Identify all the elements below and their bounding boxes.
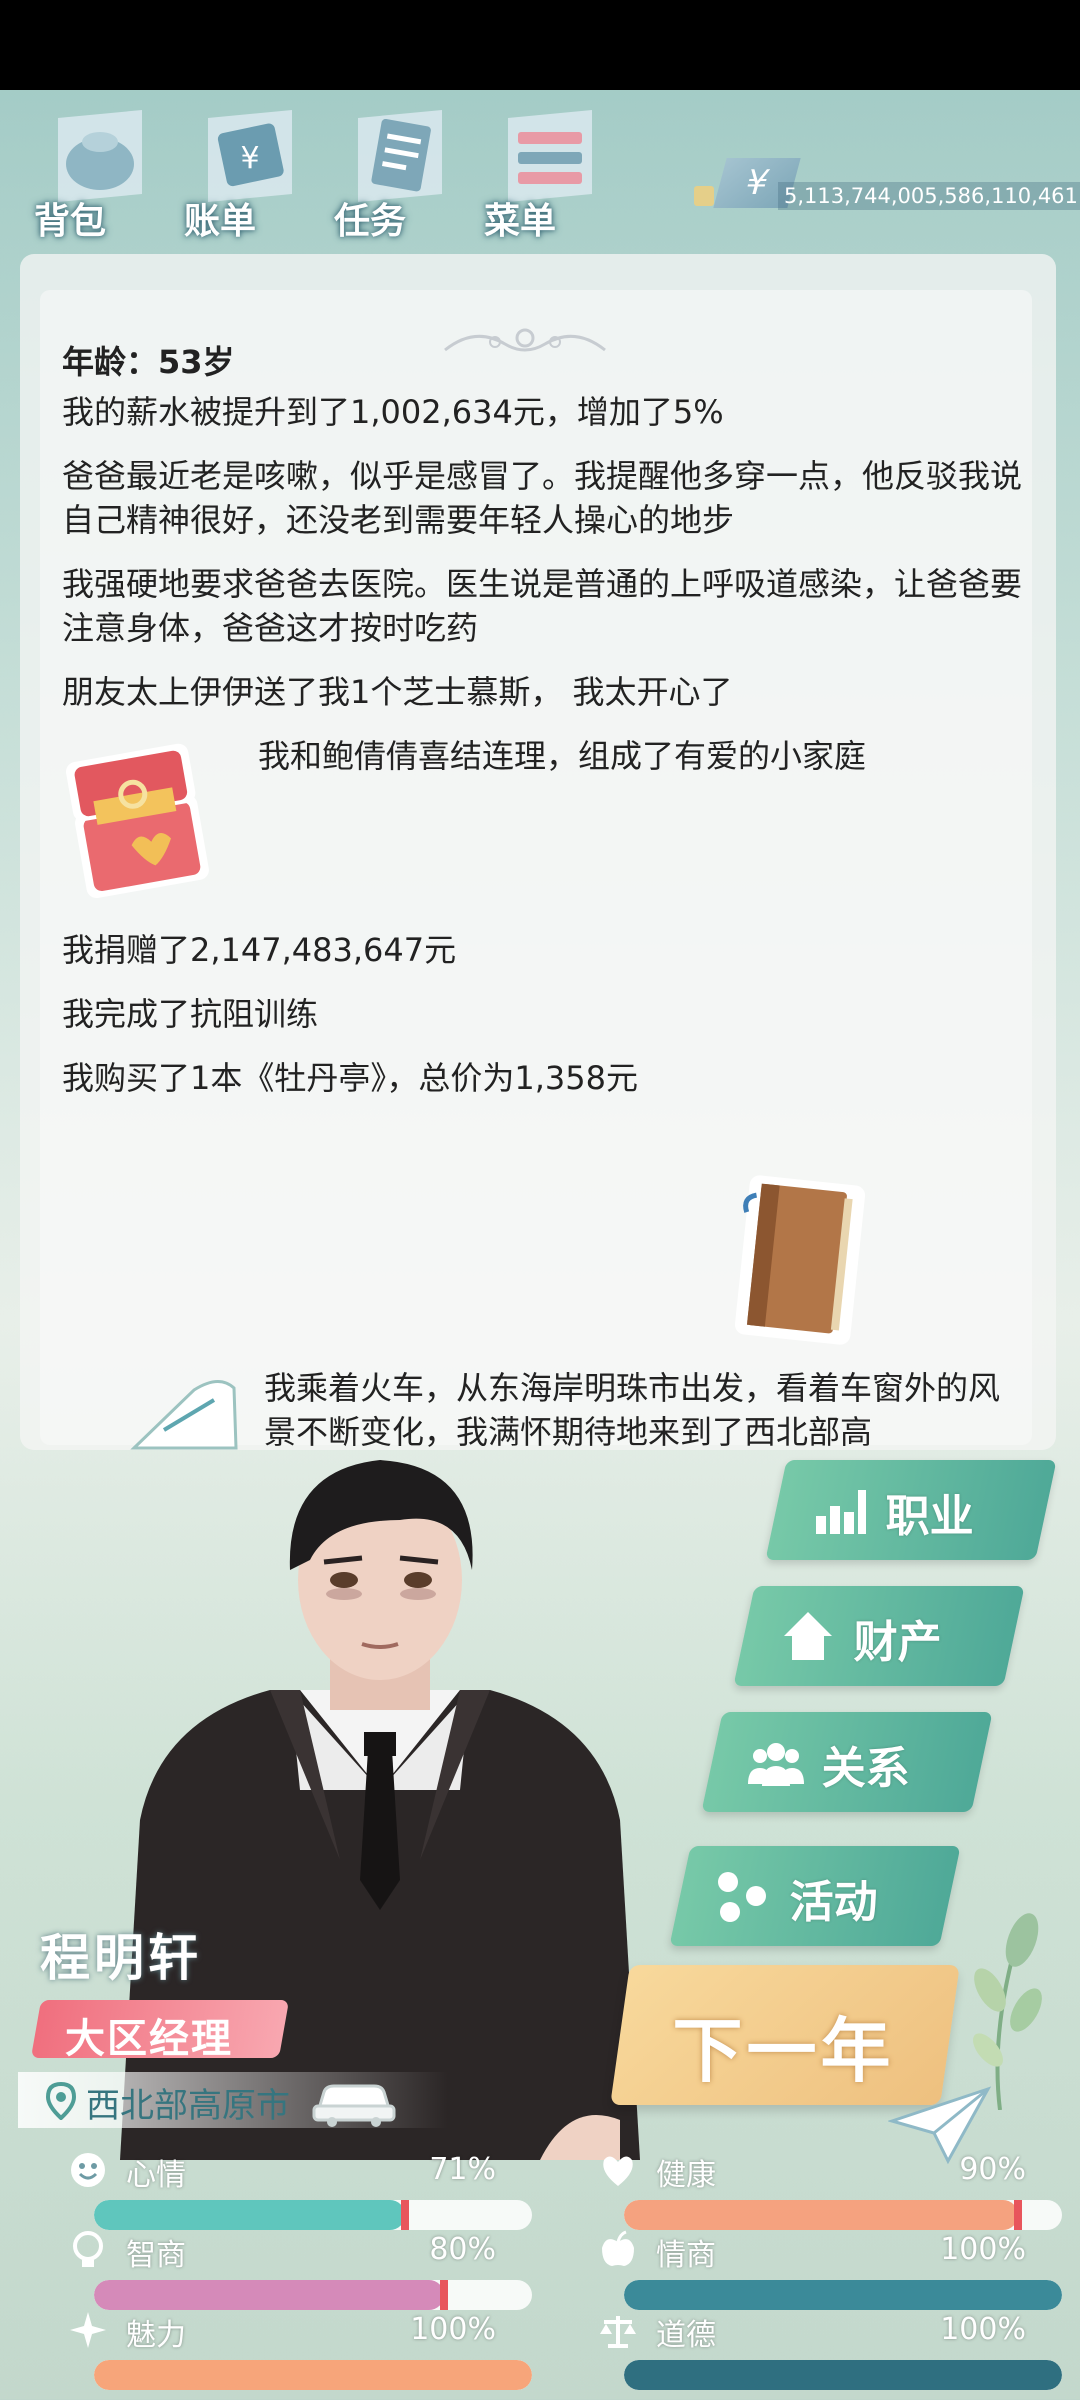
stat-mood: 心情 71%	[56, 2150, 532, 2230]
activity-button[interactable]: 活动	[669, 1846, 961, 1946]
location-name: 西北部高原市	[86, 2086, 290, 2126]
log-entry: 我乘着火车，从东海岸明珠市出发，看着车窗外的风景不断变化，我满怀期待地来到了西北…	[264, 1369, 1001, 1450]
career-button[interactable]: 职业	[765, 1460, 1057, 1560]
stat-bar	[624, 2200, 1062, 2230]
stat-fill	[94, 2280, 445, 2310]
stat-charm: 魅力 100%	[56, 2310, 532, 2390]
log-entry-train: 我乘着火车，从东海岸明珠市出发，看着车窗外的风景不断变化，我满怀期待地来到了西北…	[40, 1300, 1032, 1450]
stat-label: 健康	[656, 2158, 716, 2193]
money-display: ¥ 5,113,744,005,586,110,461	[690, 158, 1080, 218]
stat-value: 100%	[940, 2312, 1026, 2347]
stat-label: 智商	[126, 2238, 186, 2273]
stat-value: 80%	[429, 2232, 496, 2267]
sparkle-icon	[70, 2312, 106, 2348]
stat-value: 100%	[410, 2312, 496, 2347]
stat-value: 100%	[940, 2232, 1026, 2267]
location-bar[interactable]: 西北部高原市	[18, 2072, 448, 2128]
ring-box-icon	[66, 743, 209, 899]
career-label: 职业	[885, 1491, 974, 1542]
smile-icon	[71, 2153, 105, 2187]
stat-fill	[94, 2200, 405, 2230]
menu-task-button[interactable]: 任务	[320, 96, 460, 246]
log-entry: 我和鲍倩倩喜结连理，组成了有爱的小家庭	[258, 737, 867, 775]
money-value: 5,113,744,005,586,110,461	[778, 182, 1080, 210]
stat-fill	[624, 2280, 1062, 2310]
menu-menu-label: 菜单	[484, 201, 557, 242]
activity-label: 活动	[789, 1877, 878, 1928]
stat-label: 魅力	[126, 2318, 186, 2353]
stat-fill	[624, 2360, 1062, 2390]
apple-icon	[602, 2230, 634, 2266]
stat-health: 健康 90%	[586, 2150, 1062, 2230]
character-name: 程明轩	[40, 1929, 202, 1987]
menu-task-label: 任务	[334, 201, 407, 242]
scale-icon	[600, 2316, 636, 2348]
stat-label: 心情	[126, 2158, 186, 2193]
task-icon	[358, 110, 442, 202]
log-entry: 我的薪水被提升到了1,002,634元，增加了5%	[62, 393, 724, 431]
log-entry: 我强硬地要求爸爸去医院。医生说是普通的上呼吸道感染，让爸爸要注意身体，爸爸这才按…	[62, 565, 1022, 647]
stat-fill	[94, 2360, 532, 2390]
car-icon	[312, 2084, 396, 2127]
log-entry: 我完成了抗阻训练	[62, 995, 319, 1033]
stat-bar	[94, 2360, 532, 2390]
relations-button[interactable]: 关系	[701, 1712, 993, 1812]
bag-icon	[58, 110, 142, 202]
stat-marker	[440, 2280, 449, 2310]
activity-icon	[718, 1872, 766, 1922]
stats-panel: 心情 71% 健康 90% 智商 80% 情商 100% 魅力 100% 道德 …	[20, 2150, 1062, 2400]
location-pin-icon	[46, 2082, 76, 2120]
property-button[interactable]: 财产	[733, 1586, 1025, 1686]
menu-bill-button[interactable]: ¥ 账单	[170, 96, 310, 246]
property-label: 财产	[853, 1617, 942, 1668]
stat-bar	[94, 2200, 532, 2230]
stat-bar	[624, 2360, 1062, 2390]
log-entry: 我捐赠了2,147,483,647元	[62, 931, 457, 969]
menu-icon	[508, 110, 592, 202]
stat-value: 90%	[959, 2152, 1026, 2187]
job-badge: 大区经理	[30, 2000, 290, 2062]
train-icon	[130, 1380, 238, 1450]
top-menu: 背包 ¥ 账单 任务 菜单	[20, 96, 660, 246]
next-year-label: 下一年	[672, 2010, 895, 2092]
menu-bag-label: 背包	[34, 201, 107, 242]
status-bar	[0, 0, 1080, 90]
stat-value: 71%	[429, 2152, 496, 2187]
coin-icon	[694, 186, 714, 206]
stat-label: 道德	[656, 2318, 716, 2353]
life-log[interactable]: 年龄：53岁 我的薪水被提升到了1,002,634元，增加了5% 爸爸最近老是咳…	[62, 340, 1022, 1445]
stat-bar	[94, 2280, 532, 2310]
log-entry-with-image: 我和鲍倩倩喜结连理，组成了有爱的小家庭	[62, 734, 1022, 904]
log-entry: 我购买了1本《牡丹亭》，总价为1,358元	[62, 1059, 638, 1097]
stat-iq: 智商 80%	[56, 2230, 532, 2310]
menu-bill-label: 账单	[184, 201, 257, 242]
age-label: 年龄：53岁	[62, 343, 235, 381]
stat-eq: 情商 100%	[586, 2230, 1062, 2310]
house-icon	[784, 1612, 832, 1660]
stat-bar	[624, 2280, 1062, 2310]
svg-text:¥: ¥	[240, 141, 259, 176]
bulb-icon	[73, 2231, 103, 2267]
menu-menu-button[interactable]: 菜单	[470, 96, 610, 246]
next-year-button[interactable]: 下一年	[610, 1965, 960, 2105]
stat-morality: 道德 100%	[586, 2310, 1062, 2390]
log-entry: 朋友太上伊伊送了我1个芝士慕斯， 我太开心了	[62, 673, 733, 711]
stat-marker	[1014, 2200, 1023, 2230]
relations-label: 关系	[821, 1743, 910, 1794]
people-icon	[748, 1743, 804, 1786]
stat-marker	[400, 2200, 409, 2230]
menu-bag-button[interactable]: 背包	[20, 96, 160, 246]
log-entry: 爸爸最近老是咳嗽，似乎是感冒了。我提醒他多穿一点，他反驳我说自己精神很好，还没老…	[62, 457, 1022, 539]
heart-icon	[603, 2156, 633, 2186]
bill-icon: ¥	[208, 110, 292, 202]
career-icon	[816, 1490, 866, 1534]
stat-label: 情商	[656, 2238, 716, 2273]
stat-fill	[624, 2200, 1019, 2230]
job-title: 大区经理	[64, 2016, 233, 2062]
